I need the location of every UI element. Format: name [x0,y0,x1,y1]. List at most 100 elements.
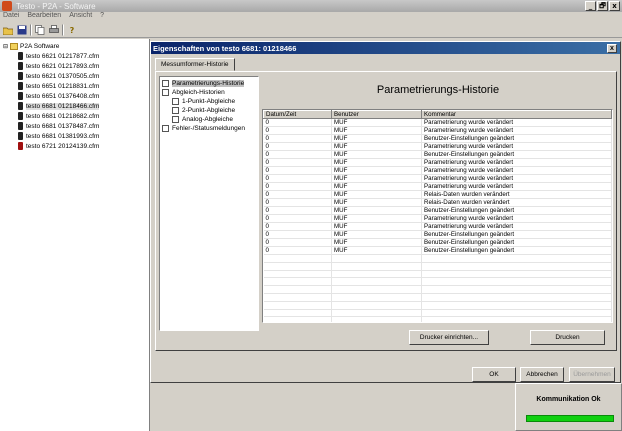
table-row[interactable]: 0 MUF Parametrierung wurde verändert [263,158,612,167]
table-cell: 0 [263,182,332,191]
table-row[interactable]: 0 MUF Benutzer-Einstellungen geändert [263,150,612,159]
table-cell: MUF [331,230,422,239]
tree-item[interactable]: testo 6681 01218682.cfm [0,111,149,121]
table-row[interactable]: 0 MUF Parametrierung wurde verändert [263,166,612,175]
tree-item-label: testo 6681 01218682.cfm [26,112,100,120]
table-row[interactable]: 0 MUF Benutzer-Einstellungen geändert [263,238,612,247]
table-cell [331,316,422,322]
table-cell [331,270,422,279]
table-row-empty [263,277,612,287]
tree-root-label: P2A Software [20,42,60,50]
menu-view[interactable]: Ansicht [69,12,92,22]
page-icon [162,80,169,87]
copy-icon[interactable] [34,24,46,36]
status-panel: Kommunikation Ok [515,383,622,431]
restore-button[interactable]: 🗗 [597,1,608,11]
table-row[interactable]: 0 MUF Parametrierung wurde verändert [263,118,612,127]
table-cell [263,285,332,294]
tree-item[interactable]: testo 6621 01217893.cfm [0,61,149,71]
page-icon [172,98,179,105]
help-icon[interactable]: ? [66,24,78,36]
print-button[interactable]: Drucken [530,330,605,345]
table-cell [331,277,422,287]
tree-item[interactable]: testo 6721 20124139.cfm [0,141,149,151]
table-cell: 0 [263,166,332,175]
nav-item[interactable]: 1-Punkt-Abgleiche [162,97,256,106]
dialog-title-bar: Eigenschaften von testo 6681: 01218466 x [151,42,620,54]
table-row[interactable]: 0 MUF Benutzer-Einstellungen geändert [263,230,612,239]
table-cell: MUF [331,150,422,159]
table-cell [421,277,612,287]
table-row[interactable]: 0 MUF Parametrierung wurde verändert [263,182,612,191]
table-row[interactable]: 0 MUF Parametrierung wurde verändert [263,214,612,223]
print-icon[interactable] [48,24,60,36]
table-row[interactable]: 0 MUF Relais-Daten wurden verändert [263,190,612,199]
col-comment[interactable]: Kommentar [421,110,612,119]
table-cell: MUF [331,174,422,183]
table-row[interactable]: 0 MUF Parametrierung wurde verändert [263,142,612,151]
table-cell [263,301,332,310]
table-row[interactable]: 0 MUF Parametrierung wurde verändert [263,222,612,231]
table-row-empty [263,262,612,271]
nav-item[interactable]: 2-Punkt-Abgleiche [162,106,256,115]
col-user[interactable]: Benutzer [331,110,422,119]
table-cell: MUF [331,198,422,207]
window-title: Testo - P2A - Software [16,1,96,11]
nav-item[interactable]: Fehler-/Statusmeldungen [162,124,256,133]
minimize-button[interactable]: _ [585,1,596,11]
printer-setup-button[interactable]: Drucker einrichten... [409,330,489,345]
nav-item-label: Fehler-/Statusmeldungen [172,125,245,132]
tree-item[interactable]: testo 6651 01218831.cfm [0,81,149,91]
save-icon[interactable] [16,24,28,36]
cancel-button[interactable]: Abbrechen [520,367,564,382]
ok-button[interactable]: OK [472,367,516,382]
collapse-icon[interactable]: ⊟ [3,43,8,50]
nav-item[interactable]: Analog-Abgleiche [162,115,256,124]
apply-button[interactable]: Übernehmen [569,367,615,382]
table-cell [263,270,332,279]
table-cell: 0 [263,190,332,199]
table-cell: Benutzer-Einstellungen geändert [421,230,612,239]
table-cell: MUF [331,126,422,135]
tree-root[interactable]: ⊟ P2A Software [0,41,149,51]
tree-item[interactable]: testo 6651 01376408.cfm [0,91,149,101]
folder-open-icon[interactable] [2,24,14,36]
tree-item[interactable]: testo 6681 01381993.cfm [0,131,149,141]
table-cell: Parametrierung wurde verändert [421,142,612,151]
nav-item[interactable]: Abgleich-Historien [162,88,256,97]
table-cell: Parametrierung wurde verändert [421,158,612,167]
tree-item[interactable]: testo 6621 01370505.cfm [0,71,149,81]
table-row[interactable]: 0 MUF Parametrierung wurde verändert [263,126,612,135]
table-cell: 0 [263,246,332,255]
table-cell: MUF [331,182,422,191]
table-cell: MUF [331,246,422,255]
table-cell [263,262,332,271]
table-row[interactable]: 0 MUF Benutzer-Einstellungen geändert [263,246,612,255]
table-row-empty [263,254,612,263]
nav-item-label: 2-Punkt-Abgleiche [182,107,236,114]
menu-help[interactable]: ? [100,12,104,22]
dialog-close-icon[interactable]: x [607,44,617,53]
menu-edit[interactable]: Bearbeiten [27,12,61,22]
page-icon [172,107,179,114]
nav-item[interactable]: Parametrierungs-Historie [162,79,256,88]
table-row-empty [263,293,612,302]
tree-item[interactable]: testo 6681 01218466.cfm [0,101,149,111]
close-button[interactable]: x [609,1,620,11]
nav-item-label: Analog-Abgleiche [182,116,233,123]
app-icon [2,1,12,11]
tree-item[interactable]: testo 6621 01217877.cfm [0,51,149,61]
table-row[interactable]: 0 MUF Benutzer-Einstellungen geändert [263,206,612,215]
col-date[interactable]: Datum/Zeit [263,110,332,119]
history-table[interactable]: Datum/Zeit Benutzer Kommentar 0 MUF Parame… [262,109,613,323]
table-row[interactable]: 0 MUF Relais-Daten wurden verändert [263,198,612,207]
tab-transmitter-history[interactable]: Messumformer-Historie [155,58,235,71]
menu-file[interactable]: Datei [3,12,19,22]
table-cell [421,270,612,279]
table-row[interactable]: 0 MUF Parametrierung wurde verändert [263,174,612,183]
device-icon [18,72,23,80]
table-cell: 0 [263,238,332,247]
tree-item[interactable]: testo 6681 01378487.cfm [0,121,149,131]
table-row[interactable]: 0 MUF Benutzer-Einstellungen geändert [263,134,612,143]
device-icon [18,122,23,130]
